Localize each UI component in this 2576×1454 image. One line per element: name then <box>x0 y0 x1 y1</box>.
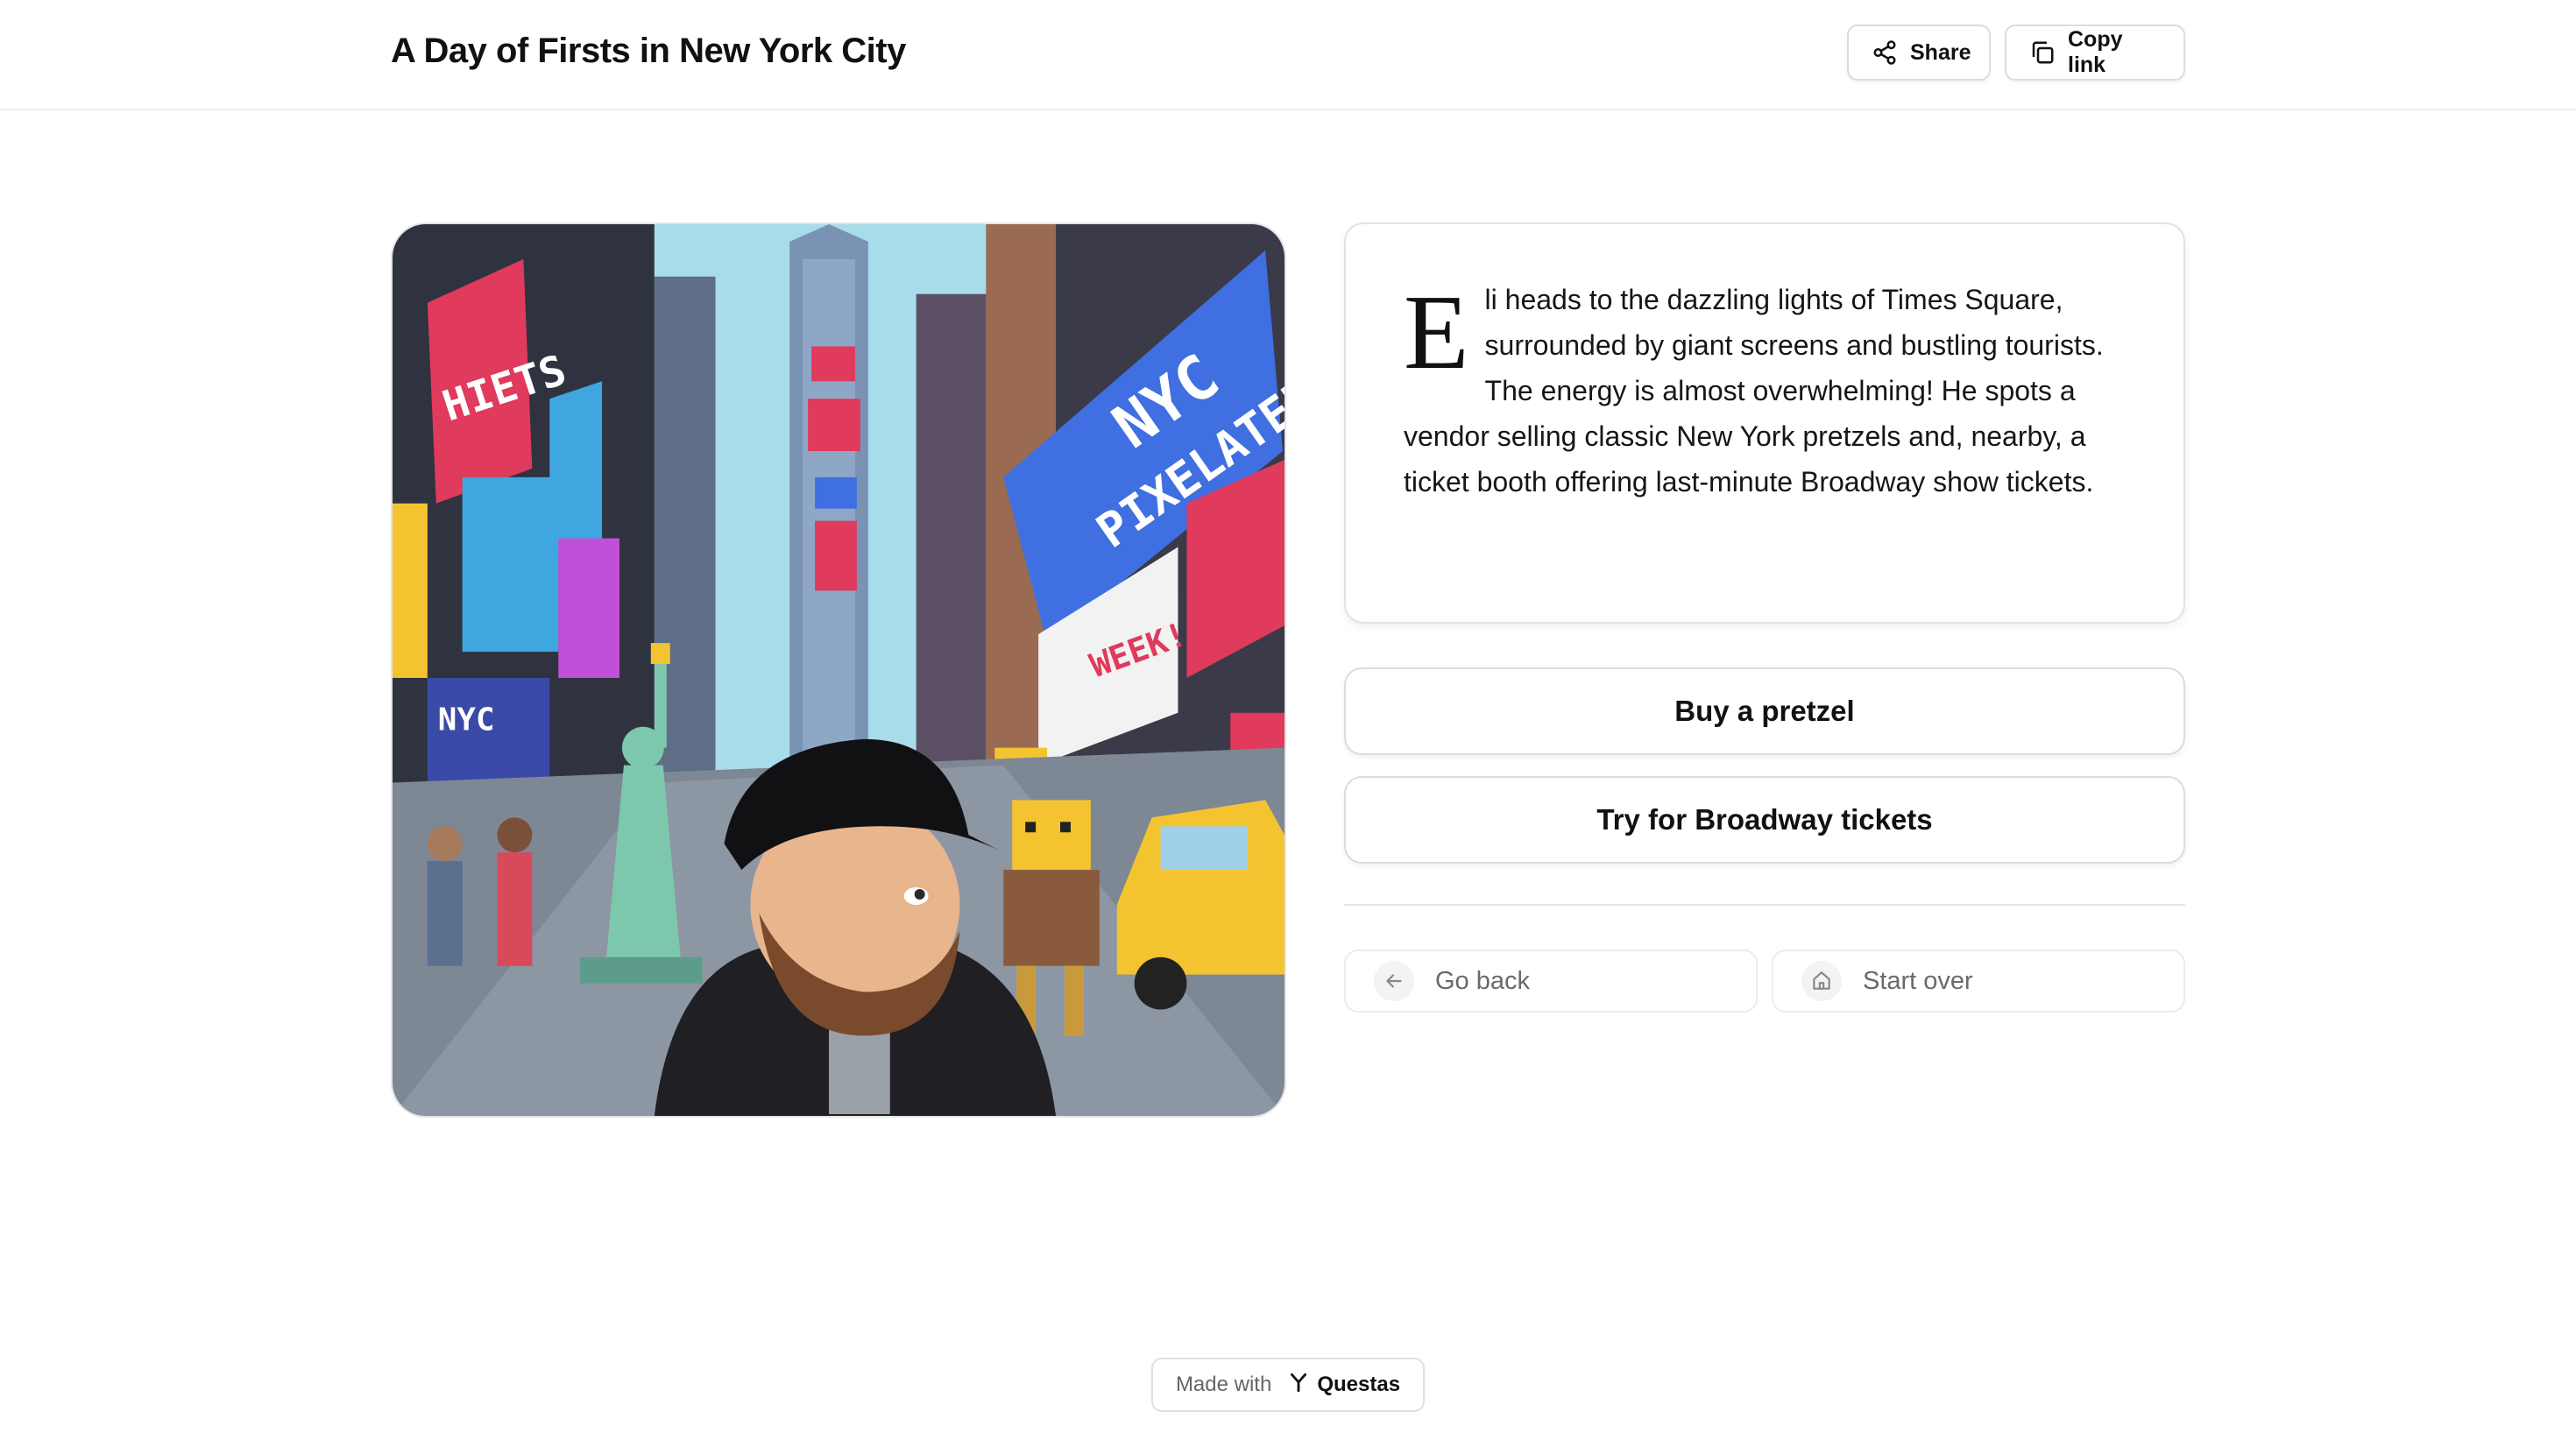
story-paragraph: Eli heads to the dazzling lights of Time… <box>1404 277 2127 505</box>
share-label: Share <box>1910 39 1971 65</box>
start-over-button[interactable]: Start over <box>1772 949 2185 1013</box>
share-icon <box>1872 39 1898 66</box>
share-button[interactable]: Share <box>1847 25 1991 81</box>
questas-logo-icon <box>1287 1371 1310 1400</box>
story-text: li heads to the dazzling lights of Times… <box>1404 284 2104 498</box>
times-square-pixel-art: HIETS NYC PIXELATED! NYC WEEK! <box>393 224 1284 1116</box>
choice-buy-pretzel-button[interactable]: Buy a pretzel <box>1344 667 2185 755</box>
brand: Questas <box>1287 1371 1400 1400</box>
page-title: A Day of Firsts in New York City <box>391 32 906 70</box>
go-back-button[interactable]: Go back <box>1344 949 1758 1013</box>
copy-link-button[interactable]: Copy link <box>2005 25 2185 81</box>
arrow-left-icon <box>1374 961 1414 1001</box>
home-icon <box>1801 961 1842 1001</box>
billboard-text: NYC <box>438 702 495 738</box>
drop-cap: E <box>1404 273 1469 392</box>
start-over-label: Start over <box>1863 966 1973 995</box>
story-card: Eli heads to the dazzling lights of Time… <box>1344 222 2185 624</box>
copy-link-label: Copy link <box>2068 27 2123 77</box>
brand-name: Questas <box>1317 1373 1401 1396</box>
copy-icon <box>2029 39 2056 66</box>
story-illustration: HIETS NYC PIXELATED! NYC WEEK! <box>391 222 1286 1118</box>
go-back-label: Go back <box>1435 966 1530 995</box>
made-with-badge[interactable]: Made with Questas <box>1151 1358 1425 1412</box>
top-bar: A Day of Firsts in New York City Share C… <box>0 0 2576 110</box>
choice-broadway-tickets-button[interactable]: Try for Broadway tickets <box>1344 776 2185 864</box>
divider <box>1344 904 2185 906</box>
made-with-label: Made with <box>1175 1373 1272 1396</box>
